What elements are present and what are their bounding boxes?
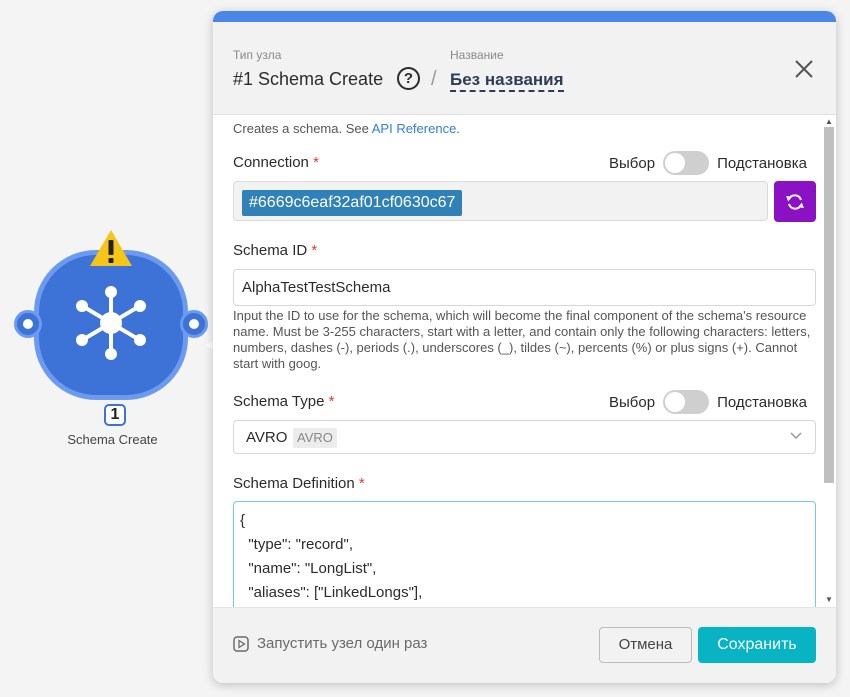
node-number-badge: 1 (104, 404, 126, 426)
schema-definition-label-text: Schema Definition (233, 475, 355, 492)
code-line: "type": "record", (240, 536, 354, 553)
schema-id-hint: Input the ID to use for the schema, whic… (233, 308, 811, 371)
panel-body: Creates a schema. See API Reference. Con… (213, 115, 836, 607)
connection-mode-toggle[interactable] (663, 151, 710, 175)
required-mark: * (358, 475, 365, 492)
schema-id-label: Schema ID * (233, 242, 317, 259)
schema-type-mode-toggle-row: Выбор Подстановка (609, 390, 807, 414)
play-icon (233, 635, 249, 652)
schema-type-value: AVRO (246, 429, 288, 446)
help-icon[interactable]: ? (397, 67, 420, 90)
schema-id-label-text: Schema ID (233, 242, 308, 259)
node-settings-panel: Тип узла #1 Schema Create ? / Название Б… (213, 11, 836, 683)
code-line: { (240, 512, 246, 529)
run-once-label: Запустить узел один раз (257, 635, 428, 652)
schema-definition-editor[interactable]: { "type": "record", "name": "LongList", … (233, 501, 816, 607)
schema-type-select[interactable]: AVRO AVRO (233, 420, 816, 454)
close-icon[interactable] (793, 58, 815, 80)
schema-type-label-text: Schema Type (233, 393, 325, 410)
scroll-down-arrow-icon[interactable]: ▼ (825, 595, 833, 604)
code-line: "name": "LongList", (240, 560, 377, 577)
required-mark: * (313, 154, 319, 171)
node-type-caption: Тип узла (233, 48, 282, 62)
connection-label: Connection * (233, 154, 319, 171)
schema-id-input[interactable]: AlphaTestTestSchema (233, 269, 816, 306)
code-line: "aliases": ["LinkedLongs"], (240, 584, 423, 601)
node-name-caption: Название (450, 48, 504, 62)
node-output-port[interactable] (180, 310, 208, 338)
api-reference-link[interactable]: API Reference (372, 121, 457, 136)
description-text: Creates a schema. See (233, 121, 372, 136)
warning-icon (90, 230, 132, 266)
connection-mode-toggle-row: Выбор Подстановка (609, 151, 807, 175)
toggle-option-select: Выбор (609, 154, 656, 172)
connection-chip[interactable]: #6669c6eaf32af01cf0630c67 (242, 190, 463, 216)
panel-header: Тип узла #1 Schema Create ? / Название Б… (213, 22, 836, 115)
connection-field[interactable]: #6669c6eaf32af01cf0630c67 (233, 181, 768, 221)
run-once-button[interactable]: Запустить узел один раз (233, 635, 427, 652)
refresh-connection-button[interactable] (774, 181, 816, 222)
node-name-editable[interactable]: Без названия (450, 70, 564, 92)
required-mark: * (311, 242, 318, 259)
schema-create-node[interactable]: 1 Schema Create (10, 228, 215, 458)
chevron-down-icon (790, 432, 802, 440)
schema-definition-label: Schema Definition * (233, 475, 365, 492)
save-button[interactable]: Сохранить (698, 627, 816, 663)
schema-type-label: Schema Type * (233, 393, 334, 410)
scrollbar-thumb[interactable] (824, 127, 834, 483)
node-input-port[interactable] (14, 310, 42, 338)
toggle-option-substitute: Подстановка (717, 393, 807, 411)
toggle-option-substitute: Подстановка (717, 154, 807, 172)
description-suffix: . (456, 121, 460, 136)
node-type-title: #1 Schema Create (233, 69, 384, 89)
required-mark: * (328, 393, 335, 410)
panel-scrollbar[interactable]: ▲ ▼ (822, 117, 834, 607)
schema-type-tag: AVRO (293, 428, 337, 448)
hub-network-icon (76, 286, 146, 360)
header-divider: / (431, 68, 437, 90)
scroll-up-arrow-icon[interactable]: ▲ (825, 117, 833, 126)
node-description: Creates a schema. See API Reference. (233, 121, 460, 136)
panel-footer: Запустить узел один раз Отмена Сохранить (213, 607, 836, 683)
cancel-button[interactable]: Отмена (599, 627, 692, 663)
toggle-option-select: Выбор (609, 393, 656, 411)
refresh-icon (786, 194, 804, 210)
schema-type-mode-toggle[interactable] (663, 390, 710, 414)
panel-accent-bar (213, 11, 836, 22)
node-label: Schema Create (67, 432, 158, 447)
connection-label-text: Connection (233, 154, 309, 171)
